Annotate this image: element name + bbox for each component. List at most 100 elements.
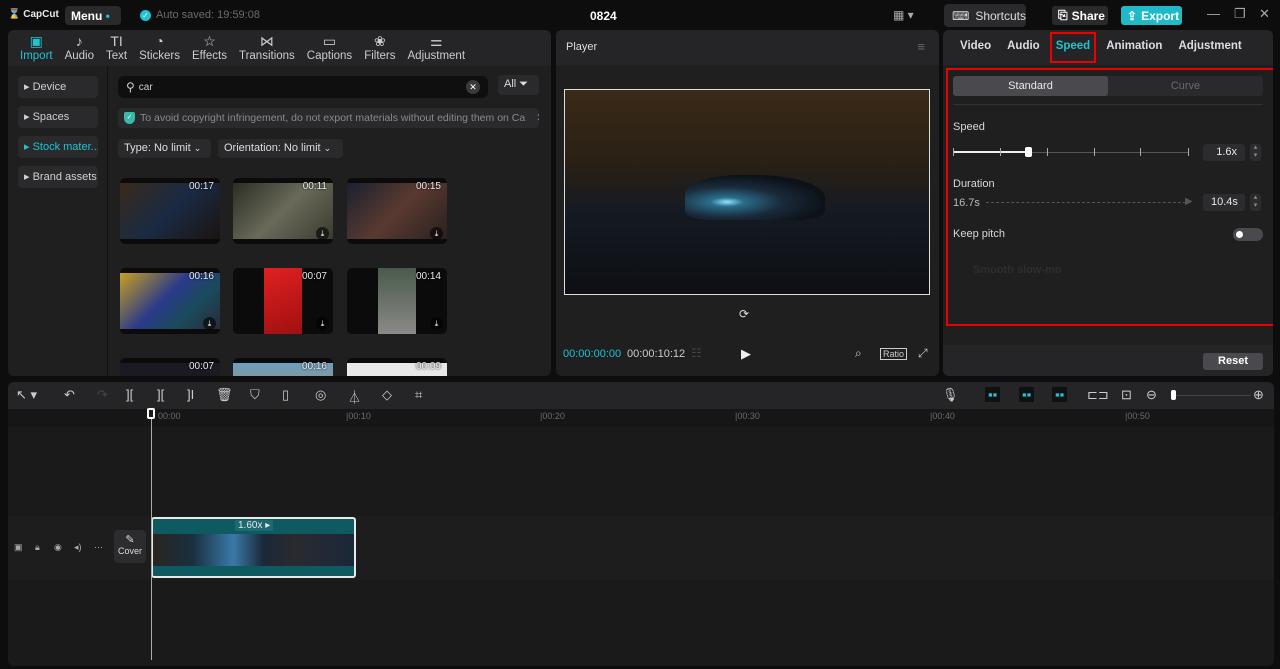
media-thumbnail[interactable]: 00:09 <box>347 358 447 376</box>
curve-mode-button[interactable]: Curve <box>1108 76 1263 96</box>
speed-value-input[interactable]: 1.6x <box>1203 144 1245 161</box>
tab-adjustment[interactable]: ⚌ Adjustment <box>402 30 472 66</box>
restore-icon[interactable]: ❐ <box>1234 6 1246 22</box>
tab-effects[interactable]: ☆ Effects <box>186 30 233 66</box>
tab-transitions[interactable]: ⋈ Transitions <box>233 30 301 66</box>
close-icon[interactable]: ✕ <box>1259 6 1270 22</box>
type-filter-dropdown[interactable]: Type: No limit ⌄ <box>118 139 211 158</box>
zoom-fit-icon[interactable]: ⌕ <box>855 346 862 361</box>
download-icon[interactable]: ⤓ <box>430 317 443 330</box>
ratio-button[interactable]: Ratio <box>880 348 908 360</box>
clear-search-icon[interactable]: ✕ <box>466 80 480 94</box>
media-thumbnail[interactable]: 00:17 <box>120 178 220 244</box>
rotate-icon[interactable]: ⟳ <box>739 307 749 321</box>
delete-icon[interactable]: 🗑 <box>216 387 233 403</box>
player-panel: Player ≡ ⟳ 00:00:00:00 00:00:10:12 ☷ ▶ ⌕ … <box>556 30 939 376</box>
lock-icon[interactable]: 🔒︎ <box>35 542 40 553</box>
timeline-ruler[interactable]: 00:00 |00:10 |00:20 |00:30 |00:40 |00:50 <box>8 409 1274 427</box>
media-thumbnail[interactable]: 00:11 ⤓ <box>233 178 333 244</box>
media-thumbnail[interactable]: 00:14 ⤓ <box>347 268 447 334</box>
video-clip[interactable]: 1.60x ▸ <box>151 517 356 578</box>
app-logo: ⌛ CapCut <box>8 9 59 20</box>
redo-icon[interactable]: ↷ <box>97 387 108 403</box>
tab-import[interactable]: ▣ Import <box>14 30 59 66</box>
download-icon[interactable]: ⤓ <box>203 317 216 330</box>
download-icon[interactable]: ⤓ <box>316 317 329 330</box>
zoom-in-icon[interactable]: ⊕ <box>1253 387 1264 403</box>
duration-stepper[interactable]: ▴ ▾ <box>1250 194 1261 211</box>
sidebar-item-device[interactable]: ▸ Device <box>18 76 98 98</box>
more-icon[interactable]: ⋯ <box>94 542 103 553</box>
media-thumbnail[interactable]: 00:07 ⤓ <box>233 268 333 334</box>
zoom-slider-track[interactable] <box>1176 395 1251 396</box>
eye-icon[interactable]: ◉ <box>54 542 62 553</box>
download-icon[interactable]: ⤓ <box>430 227 443 240</box>
split-icon[interactable]: ][ <box>126 387 133 402</box>
standard-mode-button[interactable]: Standard <box>953 76 1108 96</box>
volume-icon[interactable]: ◂) <box>74 542 82 553</box>
sidebar-item-stock-materials[interactable]: ▸ Stock mater... <box>18 136 98 158</box>
notification-dot: • <box>102 9 110 23</box>
download-icon[interactable]: ⤓ <box>316 227 329 240</box>
orientation-filter-dropdown[interactable]: Orientation: No limit ⌄ <box>218 139 343 158</box>
split-left-icon[interactable]: ][ <box>157 387 164 402</box>
link-clips-icon[interactable]: ▪▪ <box>985 387 1001 402</box>
share-button[interactable]: ⎘ Share <box>1052 6 1108 25</box>
fullscreen-icon[interactable]: ⤢ <box>918 346 928 361</box>
search-input[interactable]: ⚲ car ✕ <box>118 76 488 98</box>
layout-icon[interactable]: ▦ ▾ <box>893 8 914 22</box>
crop-icon[interactable]: ⌗ <box>415 387 422 403</box>
media-thumbnail[interactable]: 00:16 <box>233 358 333 376</box>
tab-video[interactable]: Video <box>952 30 999 65</box>
media-thumbnail[interactable]: 00:07 <box>120 358 220 376</box>
media-thumbnail[interactable]: 00:15 ⤓ <box>347 178 447 244</box>
media-panel: ▣ Import ♪ Audio TI Text ◔ Stickers ☆ Effects… <box>8 30 551 376</box>
duration-value-input[interactable]: 10.4s <box>1203 194 1245 211</box>
filter-all-button[interactable]: All ⏷ <box>498 75 539 95</box>
menu-button[interactable]: Menu • ⌄ <box>65 6 121 36</box>
waveform-icon[interactable]: ☷ <box>691 346 702 360</box>
marker-icon[interactable]: ⛉ <box>250 387 260 403</box>
tab-filters[interactable]: ❀ Filters <box>358 30 401 66</box>
tab-text[interactable]: TI Text <box>100 30 133 66</box>
tab-animation[interactable]: Animation <box>1098 30 1170 65</box>
linkage-icon[interactable]: ▪▪ <box>1052 387 1068 402</box>
rotate-icon[interactable]: ◇ <box>382 387 392 403</box>
tab-adjustment[interactable]: Adjustment <box>1170 30 1249 65</box>
magnet-icon[interactable]: ▪▪ <box>1019 387 1035 402</box>
export-button[interactable]: ⇪ Export <box>1121 6 1182 25</box>
split-right-icon[interactable]: ]I <box>187 387 194 402</box>
play-icon[interactable]: ▶ <box>741 346 751 362</box>
shortcuts-button[interactable]: ⌨ Shortcuts <box>944 4 1026 27</box>
track-video-icon[interactable]: ▣ <box>14 542 23 553</box>
microphone-icon[interactable]: 🎙 <box>942 387 959 403</box>
split-view-icon[interactable]: ⊏⊐ <box>1087 387 1109 403</box>
select-tool-icon[interactable]: ↖ ▾ <box>16 387 37 403</box>
mirror-icon[interactable]: ⏃ <box>348 387 361 406</box>
zoom-out-icon[interactable]: ⊖ <box>1146 387 1157 403</box>
tab-audio[interactable]: Audio <box>999 30 1048 65</box>
hamburger-menu-icon[interactable]: ≡ <box>917 39 925 54</box>
reset-button[interactable]: Reset <box>1203 353 1263 370</box>
sidebar-item-brand-assets[interactable]: ▸ Brand assets <box>18 166 98 188</box>
minimize-icon[interactable]: — <box>1207 6 1220 21</box>
speed-slider-handle[interactable] <box>1025 147 1032 157</box>
playhead-line[interactable] <box>151 410 152 660</box>
keep-pitch-toggle[interactable] <box>1233 228 1263 241</box>
media-thumbnail[interactable]: 00:16 ⤓ <box>120 268 220 334</box>
ruler-label: 00:00 <box>158 411 181 421</box>
speed-icon[interactable]: ◎ <box>315 387 326 403</box>
tab-captions[interactable]: ▭ Captions <box>301 30 358 66</box>
sidebar-item-spaces[interactable]: ▸ Spaces <box>18 106 98 128</box>
preview-axis-icon[interactable]: ⊡ <box>1121 387 1132 403</box>
video-preview[interactable] <box>564 89 930 295</box>
playhead-handle[interactable] <box>147 408 155 419</box>
cover-button[interactable]: ✎ Cover <box>114 530 146 563</box>
tab-stickers[interactable]: ◔ Stickers <box>133 30 186 66</box>
speed-stepper[interactable]: ▴ ▾ <box>1250 144 1261 161</box>
undo-icon[interactable]: ↶ <box>64 387 75 403</box>
close-notice-icon[interactable]: ✕ <box>530 112 539 124</box>
tab-speed[interactable]: Speed <box>1048 30 1099 65</box>
tab-audio[interactable]: ♪ Audio <box>59 30 100 66</box>
freeze-icon[interactable]: ▯ <box>282 387 289 403</box>
